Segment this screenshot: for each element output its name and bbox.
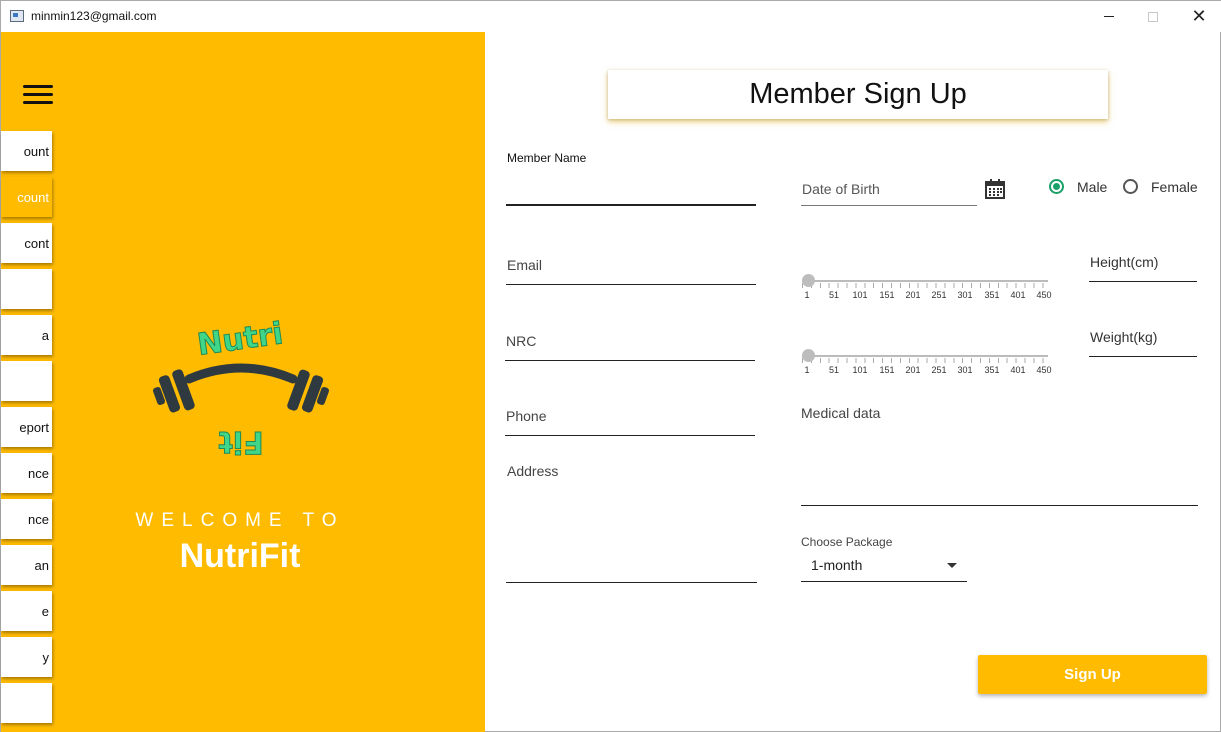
medical-data-placeholder: Medical data bbox=[801, 405, 881, 421]
sidebar-item-active[interactable]: count bbox=[1, 177, 52, 217]
page-title: Member Sign Up bbox=[608, 70, 1108, 119]
height-field[interactable]: Height(cm) bbox=[1089, 249, 1197, 282]
gender-female-radio[interactable] bbox=[1123, 179, 1138, 194]
sidebar-item-label: y bbox=[42, 649, 50, 665]
minimize-icon bbox=[1104, 16, 1114, 17]
member-name-input[interactable] bbox=[506, 180, 756, 202]
welcome-text: WELCOME TO bbox=[135, 510, 345, 531]
sidebar-item[interactable]: ount bbox=[1, 131, 52, 171]
sidebar-item[interactable]: y bbox=[1, 637, 52, 677]
maximize-button[interactable] bbox=[1130, 1, 1176, 32]
sidebar-item[interactable] bbox=[1, 269, 52, 309]
sidebar-item-label: a bbox=[41, 327, 49, 343]
nrc-placeholder: NRC bbox=[506, 333, 537, 349]
package-label: Choose Package bbox=[801, 535, 893, 549]
package-select[interactable]: 1-month bbox=[801, 553, 967, 582]
close-icon: ✕ bbox=[1191, 6, 1207, 26]
calendar-icon[interactable] bbox=[985, 179, 1005, 199]
sidebar-item[interactable]: eport bbox=[1, 407, 52, 447]
height-slider[interactable]: 1 51 101 151 201 251 301 351 401 450 bbox=[802, 273, 1052, 303]
sidebar-item-label: eport bbox=[19, 419, 49, 435]
email-field[interactable]: Email bbox=[506, 251, 756, 285]
address-field[interactable]: Address bbox=[506, 461, 757, 583]
sidebar-nav: ount count cont a eport nce nce an e y bbox=[1, 131, 52, 729]
gender-female-label[interactable]: Female bbox=[1151, 179, 1198, 195]
dob-placeholder: Date of Birth bbox=[802, 181, 880, 197]
phone-placeholder: Phone bbox=[506, 408, 547, 424]
logo-bottom-text: Fit bbox=[218, 424, 263, 459]
nrc-field[interactable]: NRC bbox=[505, 327, 755, 361]
app-window-icon bbox=[10, 10, 24, 22]
height-slider-thumb[interactable] bbox=[802, 274, 815, 287]
slider-track bbox=[802, 280, 1048, 282]
sidebar-item-label: ount bbox=[23, 143, 49, 159]
weight-slider[interactable]: 1 51 101 151 201 251 301 351 401 450 bbox=[802, 348, 1052, 378]
package-value: 1-month bbox=[811, 557, 863, 573]
app-window: minmin123@gmail.com ✕ ount count cont a … bbox=[0, 0, 1221, 732]
dumbbell-icon bbox=[153, 363, 329, 413]
member-name-field[interactable] bbox=[506, 173, 756, 206]
email-placeholder: Email bbox=[507, 257, 543, 273]
nutrifit-logo: Nutri Fit bbox=[153, 317, 329, 460]
slider-ticks bbox=[802, 358, 1048, 363]
chevron-down-icon[interactable] bbox=[947, 563, 957, 568]
welcome-panel: ount count cont a eport nce nce an e y N… bbox=[1, 32, 485, 732]
sidebar-item[interactable]: e bbox=[1, 591, 52, 631]
hamburger-menu-icon[interactable] bbox=[23, 85, 53, 107]
member-name-label: Member Name bbox=[507, 151, 587, 165]
dob-field[interactable]: Date of Birth bbox=[801, 173, 977, 206]
minimize-button[interactable] bbox=[1086, 1, 1132, 32]
sidebar-item[interactable]: cont bbox=[1, 223, 52, 263]
sidebar-item-label: e bbox=[41, 603, 49, 619]
title-bar: minmin123@gmail.com ✕ bbox=[1, 1, 1221, 32]
sidebar-item-label: nce bbox=[28, 465, 49, 481]
sidebar-item[interactable]: a bbox=[1, 315, 52, 355]
sidebar-item[interactable] bbox=[1, 683, 52, 723]
height-placeholder: Height(cm) bbox=[1090, 254, 1159, 270]
slider-ticks bbox=[802, 283, 1048, 288]
brand-name: NutriFit bbox=[179, 537, 301, 575]
close-button[interactable]: ✕ bbox=[1176, 1, 1221, 32]
weight-slider-thumb[interactable] bbox=[802, 349, 815, 362]
address-placeholder: Address bbox=[507, 463, 559, 479]
maximize-icon bbox=[1148, 11, 1158, 22]
gender-male-label[interactable]: Male bbox=[1077, 179, 1107, 195]
weight-placeholder: Weight(kg) bbox=[1090, 329, 1158, 345]
phone-field[interactable]: Phone bbox=[505, 402, 755, 436]
gender-male-radio[interactable] bbox=[1049, 179, 1064, 194]
sidebar-item-label: cont bbox=[24, 235, 49, 251]
medical-data-field[interactable]: Medical data bbox=[801, 403, 1198, 506]
sidebar-item[interactable] bbox=[1, 361, 52, 401]
sidebar-item-label: count bbox=[17, 189, 49, 205]
window-title: minmin123@gmail.com bbox=[31, 9, 157, 23]
weight-field[interactable]: Weight(kg) bbox=[1089, 323, 1197, 357]
sidebar-item[interactable]: nce bbox=[1, 453, 52, 493]
logo-top-text: Nutri bbox=[195, 317, 285, 363]
sign-up-button[interactable]: Sign Up bbox=[978, 655, 1207, 694]
slider-track bbox=[802, 355, 1048, 357]
